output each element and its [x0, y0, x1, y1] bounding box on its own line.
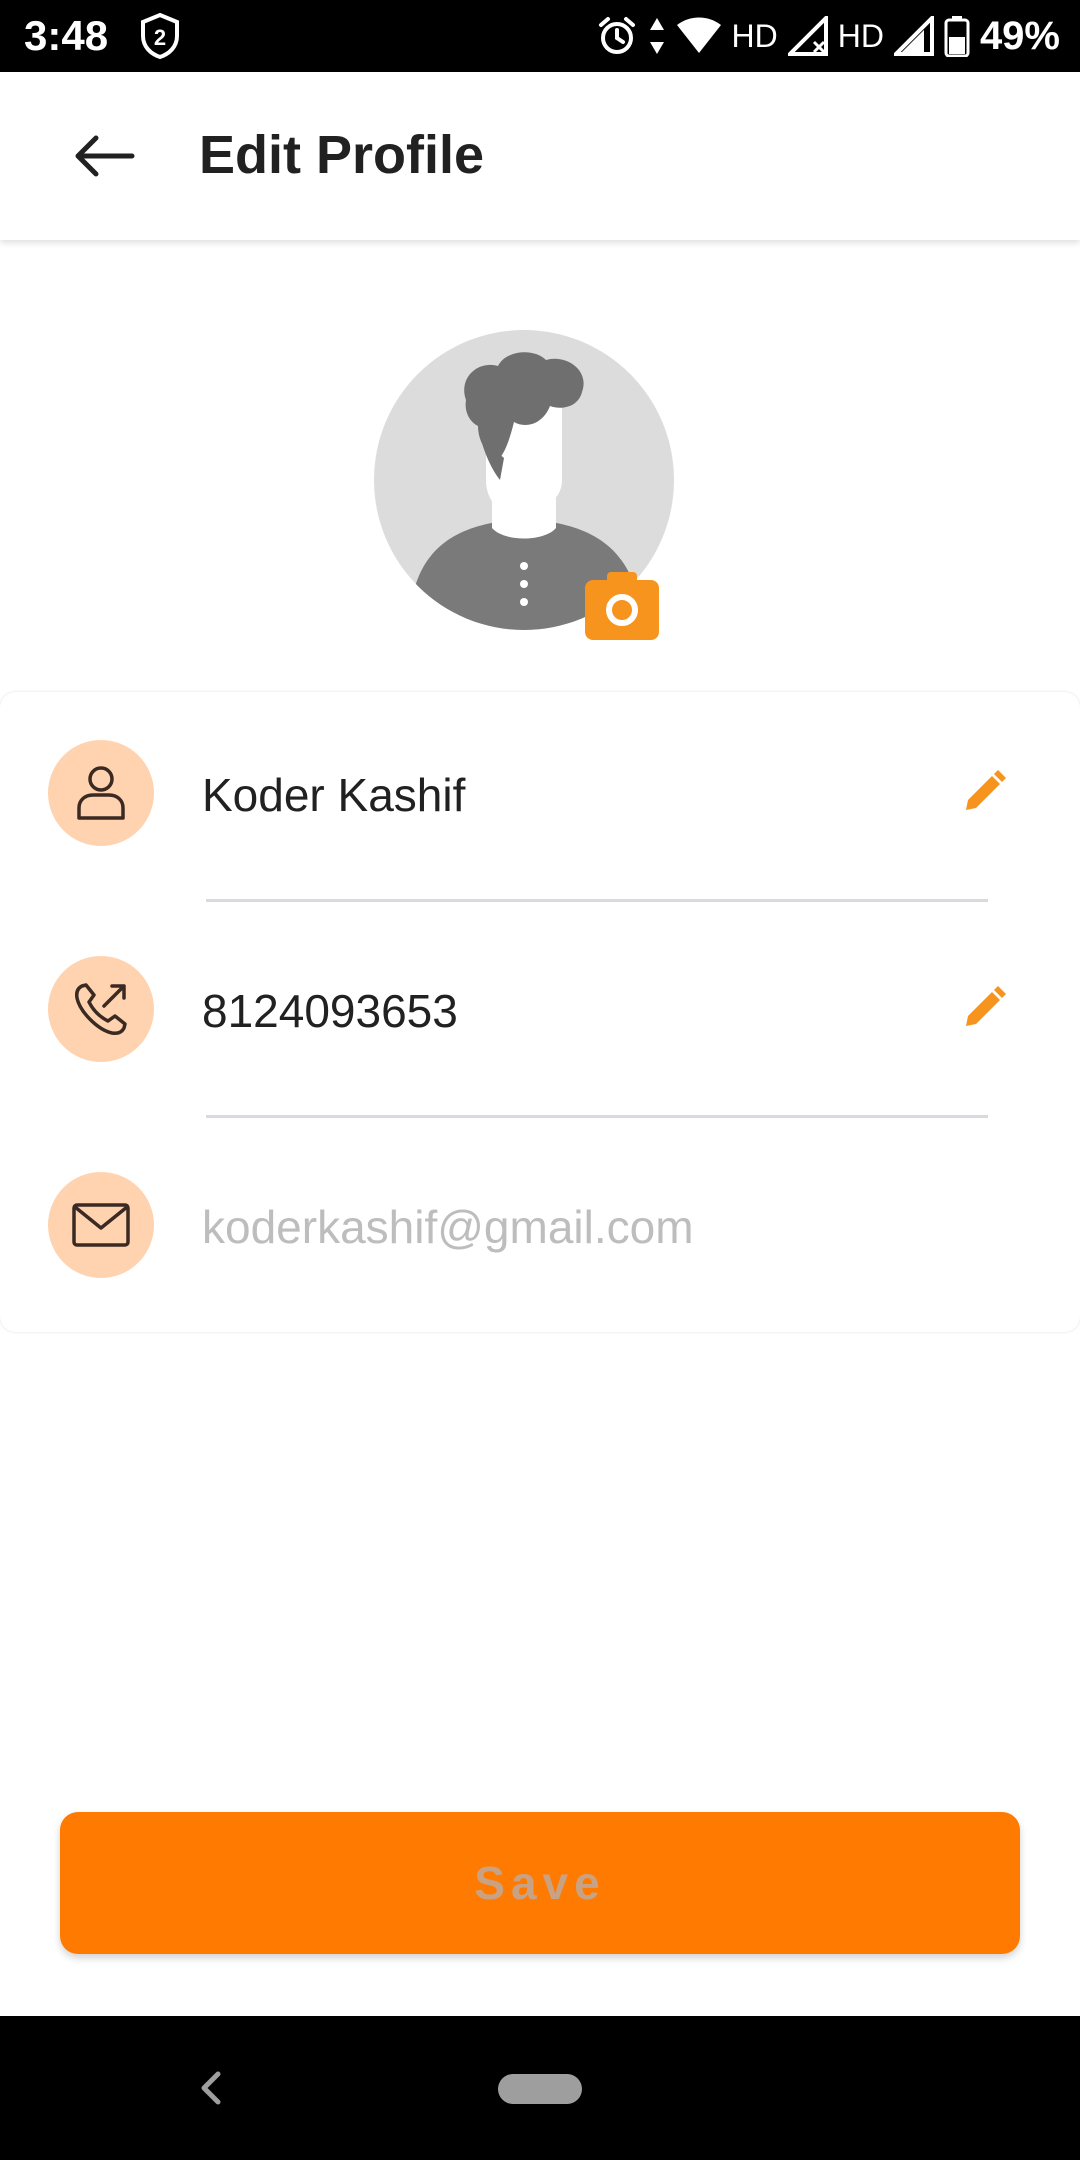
phone-field-row[interactable]: 8124093653: [0, 956, 1080, 1076]
network-type-2: HD: [837, 17, 884, 54]
phone-value[interactable]: 8124093653: [202, 984, 458, 1038]
divider: [206, 899, 988, 902]
arrow-left-icon: [75, 135, 135, 177]
status-bar: 3:48 2 HD HD 49%: [0, 0, 1080, 72]
network-type-1: HD: [731, 17, 778, 54]
battery-icon: [944, 16, 970, 57]
profile-info-card: Koder Kashif 8124093653 koderkashif@gmai…: [0, 692, 1080, 1332]
shield-badge-icon: 2: [141, 12, 179, 60]
person-icon: [77, 766, 125, 820]
system-nav-bar: [0, 2016, 1080, 2160]
camera-icon: [606, 594, 638, 626]
signal-no-service-icon: [787, 16, 828, 56]
save-button-label: Save: [474, 1857, 606, 1909]
status-time: 3:48: [24, 12, 109, 59]
battery-percent: 49%: [979, 13, 1060, 58]
mail-icon: [72, 1203, 130, 1247]
phone-icon-badge: [48, 956, 154, 1062]
email-value: koderkashif@gmail.com: [202, 1201, 694, 1253]
nav-home-pill[interactable]: [498, 2074, 582, 2104]
avatar-section: [374, 330, 674, 640]
mail-icon-badge: [48, 1172, 154, 1278]
phone-icon: [75, 983, 127, 1035]
person-icon-badge: [48, 740, 154, 846]
edit-name-pencil-icon[interactable]: [960, 768, 1008, 816]
name-value[interactable]: Koder Kashif: [202, 768, 465, 822]
save-button[interactable]: Save: [60, 1812, 1020, 1954]
email-field-row: koderkashif@gmail.com: [0, 1172, 1080, 1292]
edit-phone-pencil-icon[interactable]: [960, 984, 1008, 1032]
notification-badge-count: 2: [154, 25, 166, 50]
back-button[interactable]: [72, 116, 172, 196]
page-title: Edit Profile: [199, 125, 485, 185]
change-photo-button[interactable]: [585, 572, 659, 640]
wifi-icon: [676, 17, 721, 53]
signal-icon: [893, 16, 934, 56]
name-field-row[interactable]: Koder Kashif: [0, 740, 1080, 860]
nav-back-icon[interactable]: [192, 2066, 232, 2110]
status-icons: HD HD 49%: [596, 10, 1060, 62]
app-bar: Edit Profile: [0, 72, 1080, 240]
data-arrows-icon: [649, 18, 664, 54]
alarm-icon: [598, 17, 635, 54]
divider: [206, 1115, 988, 1118]
